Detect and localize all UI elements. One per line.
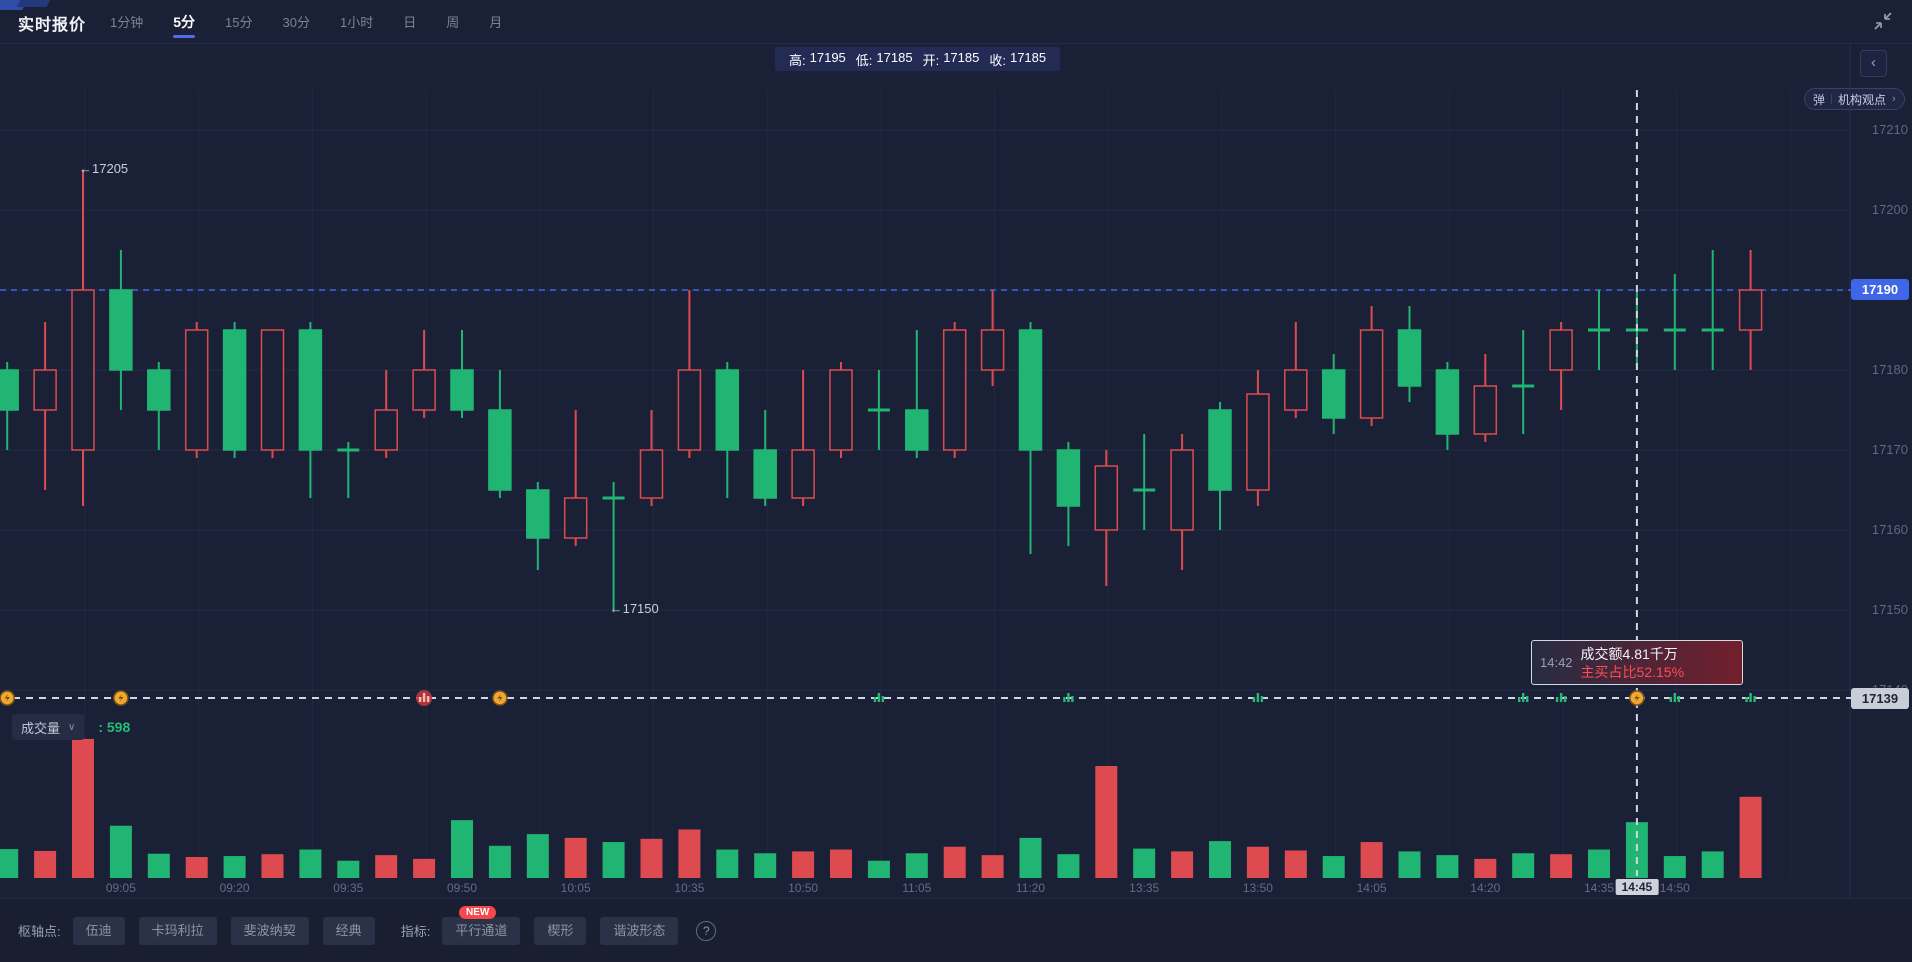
volume-value: : 598 [98, 719, 130, 735]
indicator-button-1[interactable]: 楔形 [534, 917, 586, 945]
pivot-button-0[interactable]: 伍迪 [73, 917, 125, 945]
time-tick-label-highlighted: 14:45 [1616, 879, 1659, 895]
price-tick-label: 17210 [1850, 122, 1908, 137]
time-tick-label: 09:20 [220, 881, 250, 895]
time-tick-label: 10:50 [788, 881, 818, 895]
trading-app: 实时报价 1分钟5分15分30分1小时日周月 高:17195低:17185开:1… [0, 0, 1912, 962]
volume-header: 成交量 ∨ : 598 [12, 714, 130, 740]
candlestick-chart[interactable] [0, 0, 1912, 962]
hover-tooltip: 14:42 成交额4.81千万 主买占比52.15% [1531, 640, 1743, 685]
time-tick-label: 11:05 [902, 881, 931, 895]
pivot-button-1[interactable]: 卡玛利拉 [139, 917, 217, 945]
price-tick-label: 17150 [1850, 602, 1908, 617]
current-price-badge: 17190 [1851, 279, 1909, 300]
chevron-down-icon: ∨ [68, 722, 75, 733]
help-icon[interactable]: ? [696, 921, 716, 941]
price-tick-label: 17200 [1850, 202, 1908, 217]
price-tick-label: 17170 [1850, 442, 1908, 457]
pivot-buttons: 伍迪卡玛利拉斐波纳契经典 [73, 917, 389, 945]
time-tick-label: 09:50 [447, 881, 477, 895]
new-badge: NEW [459, 906, 496, 919]
time-tick-label: 09:35 [333, 881, 363, 895]
volume-indicator-dropdown[interactable]: 成交量 ∨ [12, 714, 84, 740]
indicator-buttons: 平行通道楔形谐波形态 [442, 917, 692, 945]
pivot-button-2[interactable]: 斐波纳契 [231, 917, 309, 945]
tooltip-turnover: 成交额4.81千万 [1581, 645, 1684, 663]
time-tick-label: 10:05 [561, 881, 591, 895]
tooltip-buy-ratio: 主买占比52.15% [1581, 663, 1684, 681]
time-tick-label: 14:35 [1584, 881, 1614, 895]
price-annotation: ←17150 [610, 601, 659, 616]
indicator-label: 指标: [401, 921, 431, 940]
time-tick-label: 14:05 [1357, 881, 1387, 895]
indicator-button-0[interactable]: 平行通道 [442, 917, 520, 945]
tooltip-time: 14:42 [1540, 655, 1573, 670]
volume-label: 成交量 [21, 718, 60, 737]
time-tick-label: 13:50 [1243, 881, 1273, 895]
price-tick-label: 17160 [1850, 522, 1908, 537]
time-tick-label: 14:20 [1470, 881, 1500, 895]
time-tick-label: 13:35 [1129, 881, 1159, 895]
time-tick-label: 09:05 [106, 881, 136, 895]
price-tick-label: 17180 [1850, 362, 1908, 377]
price-annotation: ←17205 [79, 161, 128, 176]
pivot-button-3[interactable]: 经典 [323, 917, 375, 945]
indicator-button-2[interactable]: 谐波形态 [600, 917, 678, 945]
pivot-label: 枢轴点: [18, 921, 61, 940]
bottom-toolbar: 枢轴点: 伍迪卡玛利拉斐波纳契经典 指标: 平行通道楔形谐波形态 ? [0, 898, 1912, 962]
crosshair-price-badge: 17139 [1851, 688, 1909, 709]
time-tick-label: 11:20 [1016, 881, 1045, 895]
time-tick-label: 14:50 [1660, 881, 1690, 895]
time-tick-label: 10:35 [674, 881, 704, 895]
